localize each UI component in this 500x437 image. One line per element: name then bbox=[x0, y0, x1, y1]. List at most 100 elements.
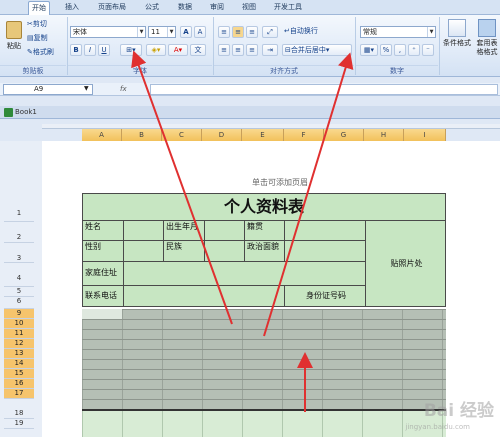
shrink-font-button[interactable]: A bbox=[194, 26, 206, 38]
row-header[interactable]: 17 bbox=[4, 389, 34, 399]
label-birth[interactable]: 出生年月 bbox=[163, 220, 205, 241]
input-native-place[interactable] bbox=[284, 220, 366, 241]
column-header[interactable]: B bbox=[122, 129, 162, 141]
italic-button[interactable]: I bbox=[84, 44, 96, 56]
input-name[interactable] bbox=[123, 220, 164, 241]
row-header[interactable]: 4 bbox=[4, 263, 34, 287]
label-address[interactable]: 家庭住址 bbox=[82, 261, 124, 286]
align-left-button[interactable]: ≡ bbox=[218, 44, 230, 56]
cut-button[interactable]: ✂剪切 bbox=[27, 19, 65, 31]
tab-developer[interactable]: 开发工具 bbox=[271, 1, 305, 15]
row-header[interactable]: 9 bbox=[4, 309, 34, 319]
photo-placeholder[interactable]: 贴照片处 bbox=[365, 220, 446, 307]
orientation-button[interactable]: ⤢ bbox=[262, 26, 278, 38]
number-format-select[interactable]: 常规 ▼ bbox=[360, 26, 436, 38]
format-as-table-button[interactable]: 套用表格格式 bbox=[474, 19, 500, 57]
conditional-format-button[interactable]: 条件格式 bbox=[442, 19, 472, 48]
align-center-button[interactable]: ≡ bbox=[232, 44, 244, 56]
active-cell[interactable] bbox=[82, 309, 122, 319]
increase-decimal-button[interactable]: ⁺ bbox=[408, 44, 420, 56]
input-political-status[interactable] bbox=[284, 240, 366, 262]
label-id-number[interactable]: 身份证号码 bbox=[284, 285, 366, 307]
tab-review[interactable]: 审阅 bbox=[207, 1, 227, 15]
column-header[interactable]: C bbox=[162, 129, 202, 141]
phonetic-button[interactable]: 文 bbox=[190, 44, 206, 56]
column-header[interactable]: A bbox=[82, 129, 122, 141]
worksheet-page[interactable]: 单击可添加页眉 个人资料表 姓名 出生年月 籍贯 贴照片处 性别 民族 政治面貌… bbox=[42, 141, 500, 437]
row-header[interactable]: 5 bbox=[4, 287, 34, 297]
insert-function-button[interactable]: fx bbox=[120, 84, 130, 95]
column-header[interactable]: F bbox=[284, 129, 324, 141]
indent-button[interactable]: ⇥ bbox=[262, 44, 278, 56]
comma-button[interactable]: , bbox=[394, 44, 406, 56]
selected-range[interactable] bbox=[82, 309, 446, 409]
tab-view[interactable]: 视图 bbox=[239, 1, 259, 15]
row-header[interactable]: 13 bbox=[4, 349, 34, 359]
workbook-tab[interactable]: Book1 bbox=[3, 107, 41, 118]
row-header[interactable]: 10 bbox=[4, 319, 34, 329]
formula-input[interactable] bbox=[150, 84, 498, 95]
row-header[interactable]: 12 bbox=[4, 339, 34, 349]
tab-data[interactable]: 数据 bbox=[175, 1, 195, 15]
font-color-button[interactable]: A▾ bbox=[168, 44, 188, 56]
label-political-status[interactable]: 政治面貌 bbox=[244, 240, 285, 262]
font-name-select[interactable]: 宋体 ▼ bbox=[70, 26, 146, 38]
row-header[interactable]: 2 bbox=[4, 222, 34, 243]
decrease-decimal-button[interactable]: ⁻ bbox=[422, 44, 434, 56]
paste-button[interactable]: 粘贴 bbox=[3, 19, 25, 59]
label-gender[interactable]: 性别 bbox=[82, 240, 124, 262]
column-header[interactable]: I bbox=[404, 129, 446, 141]
watermark-url: jingyan.baidu.com bbox=[405, 423, 470, 431]
form-title[interactable]: 个人资料表 bbox=[82, 193, 446, 221]
tab-page-layout[interactable]: 页面布局 bbox=[95, 1, 129, 15]
label-ethnicity[interactable]: 民族 bbox=[163, 240, 205, 262]
formula-bar: A9 ▼ fx bbox=[0, 83, 500, 96]
fill-color-button[interactable]: ◈▾ bbox=[146, 44, 166, 56]
row-header[interactable]: 18 bbox=[4, 409, 34, 419]
align-bottom-button[interactable]: ≡ bbox=[246, 26, 258, 38]
row-header[interactable]: 19 bbox=[4, 419, 34, 429]
chevron-down-icon[interactable]: ▼ bbox=[84, 85, 89, 92]
align-right-button[interactable]: ≡ bbox=[246, 44, 258, 56]
label-native-place[interactable]: 籍贯 bbox=[244, 220, 285, 241]
copy-button[interactable]: ▤复制 bbox=[27, 33, 65, 45]
row-header[interactable]: 14 bbox=[4, 359, 34, 369]
merge-center-button[interactable]: ⊟合并后居中▾ bbox=[282, 44, 352, 56]
input-birth[interactable] bbox=[204, 220, 245, 241]
align-middle-button[interactable]: ≡ bbox=[232, 26, 244, 38]
underline-button[interactable]: U bbox=[98, 44, 110, 56]
row-header[interactable]: 11 bbox=[4, 329, 34, 339]
column-header[interactable]: G bbox=[324, 129, 364, 141]
format-painter-button[interactable]: ✎格式刷 bbox=[27, 47, 67, 59]
percent-button[interactable]: % bbox=[380, 44, 392, 56]
column-header[interactable]: D bbox=[202, 129, 242, 141]
page-header-hint[interactable]: 单击可添加页眉 bbox=[252, 177, 308, 188]
column-header[interactable]: E bbox=[242, 129, 284, 141]
label-phone[interactable]: 联系电话 bbox=[82, 285, 124, 307]
font-group-label: 字体 bbox=[68, 65, 212, 75]
name-box[interactable]: A9 bbox=[3, 84, 93, 95]
row-header[interactable]: 15 bbox=[4, 369, 34, 379]
label-name[interactable]: 姓名 bbox=[82, 220, 124, 241]
input-ethnicity[interactable] bbox=[204, 240, 245, 262]
tab-formulas[interactable]: 公式 bbox=[142, 1, 162, 15]
sheet-lower-rows[interactable] bbox=[82, 409, 446, 437]
input-address[interactable] bbox=[123, 261, 366, 286]
align-top-button[interactable]: ≡ bbox=[218, 26, 230, 38]
input-phone[interactable] bbox=[123, 285, 285, 307]
number-group-label: 数字 bbox=[356, 65, 438, 75]
tab-home[interactable]: 开始 bbox=[28, 1, 50, 15]
borders-button[interactable]: ⊞▾ bbox=[120, 44, 142, 56]
grow-font-button[interactable]: A bbox=[180, 26, 192, 38]
tab-insert[interactable]: 插入 bbox=[62, 1, 82, 15]
input-gender[interactable] bbox=[123, 240, 164, 262]
bold-button[interactable]: B bbox=[70, 44, 82, 56]
currency-button[interactable]: ▦▾ bbox=[360, 44, 378, 56]
font-size-select[interactable]: 11 ▼ bbox=[148, 26, 176, 38]
row-header[interactable]: 6 bbox=[4, 297, 34, 309]
row-header[interactable]: 16 bbox=[4, 379, 34, 389]
row-header[interactable]: 1 bbox=[4, 209, 34, 222]
wrap-text-button[interactable]: ↵自动换行 bbox=[282, 26, 340, 38]
column-header[interactable]: H bbox=[364, 129, 404, 141]
row-header[interactable]: 3 bbox=[4, 243, 34, 263]
